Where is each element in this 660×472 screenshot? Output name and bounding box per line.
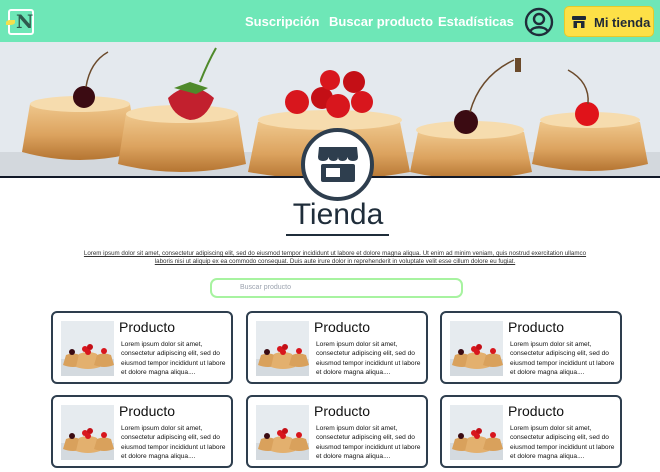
product-description: Lorem ipsum dolor sit amet, consectetur …: [316, 425, 421, 461]
store-description: Lorem ipsum dolor sit amet, consectetur …: [83, 250, 587, 265]
product-image: [61, 405, 114, 460]
logo-icon[interactable]: N: [6, 9, 34, 35]
product-image: [256, 321, 309, 376]
top-navbar: N Suscripción Buscar producto Estadístic…: [0, 0, 660, 42]
page: N Suscripción Buscar producto Estadístic…: [0, 0, 660, 472]
product-description: Lorem ipsum dolor sit amet, consectetur …: [121, 425, 226, 461]
nav-link-buscar-producto[interactable]: Buscar producto: [329, 14, 433, 29]
nav-link-estadisticas[interactable]: Estadísticas: [438, 14, 514, 29]
page-title: Tienda: [292, 198, 384, 231]
product-card[interactable]: Producto Lorem ipsum dolor sit amet, cons…: [246, 311, 428, 384]
store-emblem: [301, 128, 374, 201]
product-image: [61, 321, 114, 376]
nav-link-suscripcion[interactable]: Suscripción: [245, 14, 319, 29]
leaf-icon: [6, 20, 15, 25]
product-title: Producto: [314, 403, 371, 419]
logo-letter: N: [16, 11, 34, 33]
product-title: Producto: [508, 403, 565, 419]
product-description: Lorem ipsum dolor sit amet, consectetur …: [121, 341, 226, 377]
product-description: Lorem ipsum dolor sit amet, consectetur …: [510, 341, 615, 377]
product-image: [256, 405, 309, 460]
my-store-button[interactable]: Mi tienda: [564, 6, 654, 37]
my-store-label: Mi tienda: [594, 15, 651, 30]
store-icon: [572, 16, 586, 28]
product-card[interactable]: Producto Lorem ipsum dolor sit amet, cons…: [51, 311, 233, 384]
search-input[interactable]: Buscar producto: [210, 278, 463, 298]
product-card[interactable]: Producto Lorem ipsum dolor sit amet, cons…: [440, 395, 622, 468]
product-image: [450, 405, 503, 460]
product-card[interactable]: Producto Lorem ipsum dolor sit amet, cons…: [51, 395, 233, 468]
product-title: Producto: [119, 403, 176, 419]
product-card[interactable]: Producto Lorem ipsum dolor sit amet, cons…: [246, 395, 428, 468]
product-card[interactable]: Producto Lorem ipsum dolor sit amet, cons…: [440, 311, 622, 384]
title-underline: [286, 234, 389, 236]
product-title: Producto: [508, 319, 565, 335]
product-title: Producto: [314, 319, 371, 335]
user-circle-icon[interactable]: [524, 7, 554, 37]
product-title: Producto: [119, 319, 176, 335]
product-description: Lorem ipsum dolor sit amet, consectetur …: [510, 425, 615, 461]
product-image: [450, 321, 503, 376]
store-icon: [318, 147, 358, 182]
product-description: Lorem ipsum dolor sit amet, consectetur …: [316, 341, 421, 377]
